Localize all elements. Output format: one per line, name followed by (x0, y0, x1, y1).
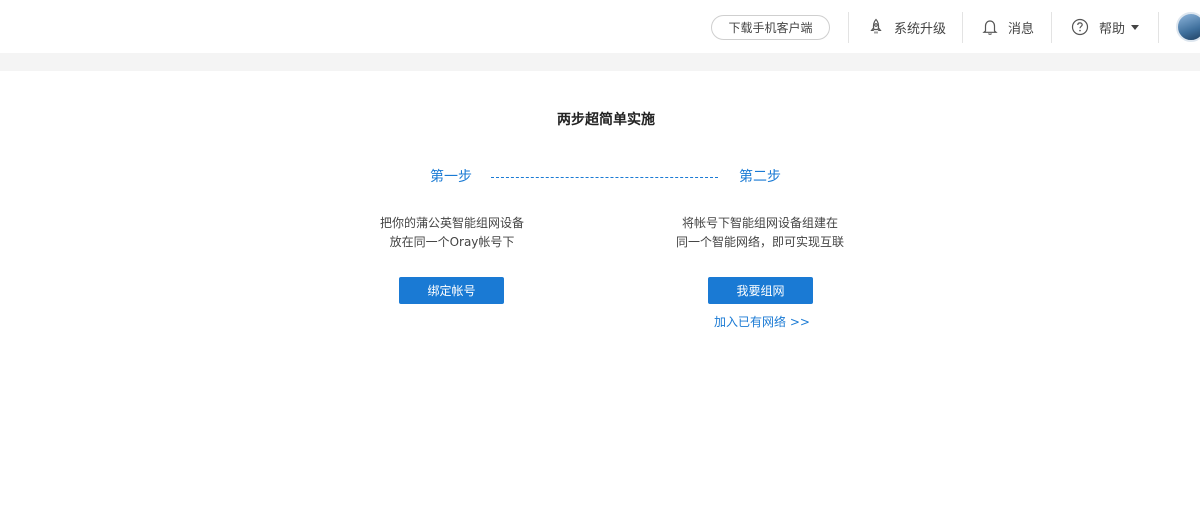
step-one-line-2: 放在同一个Oray帐号下 (389, 235, 515, 249)
download-mobile-client-button[interactable]: 下载手机客户端 (711, 15, 830, 40)
question-circle-icon (1071, 18, 1089, 36)
step-two-label: 第二步 (739, 169, 781, 185)
caret-down-icon (1131, 24, 1140, 30)
step-one-label: 第一步 (430, 169, 472, 185)
bell-icon (982, 18, 998, 36)
top-header: 下载手机客户端 系统升级 消息 帮助 (0, 0, 1200, 53)
step-one-description: 把你的蒲公英智能组网设备 放在同一个Oray帐号下 (322, 214, 582, 252)
step-two-description: 将帐号下智能组网设备组建在 同一个智能网络，即可实现互联 (630, 214, 890, 252)
user-avatar[interactable] (1176, 12, 1200, 42)
rocket-icon (868, 18, 884, 36)
create-network-button[interactable]: 我要组网 (708, 277, 813, 304)
bind-account-button[interactable]: 绑定帐号 (399, 277, 504, 304)
step-two-line-1: 将帐号下智能组网设备组建在 (681, 216, 838, 230)
step-one-line-1: 把你的蒲公英智能组网设备 (379, 216, 524, 230)
messages-label: 消息 (1008, 21, 1035, 37)
header-divider (848, 12, 849, 43)
system-upgrade-label: 系统升级 (894, 21, 947, 37)
join-existing-network-link[interactable]: 加入已有网络 >> (714, 313, 810, 330)
header-divider (1158, 12, 1159, 43)
step-two-line-2: 同一个智能网络，即可实现互联 (675, 235, 844, 249)
header-divider (1051, 12, 1052, 43)
page-title: 两步超简单实施 (557, 112, 655, 128)
header-band (0, 53, 1200, 71)
system-upgrade-menu[interactable]: 系统升级 (868, 14, 946, 40)
help-menu[interactable]: 帮助 (1071, 14, 1140, 40)
messages-menu[interactable]: 消息 (982, 14, 1034, 40)
help-label: 帮助 (1099, 21, 1126, 37)
step-connector-line (491, 177, 718, 178)
header-divider (962, 12, 963, 43)
